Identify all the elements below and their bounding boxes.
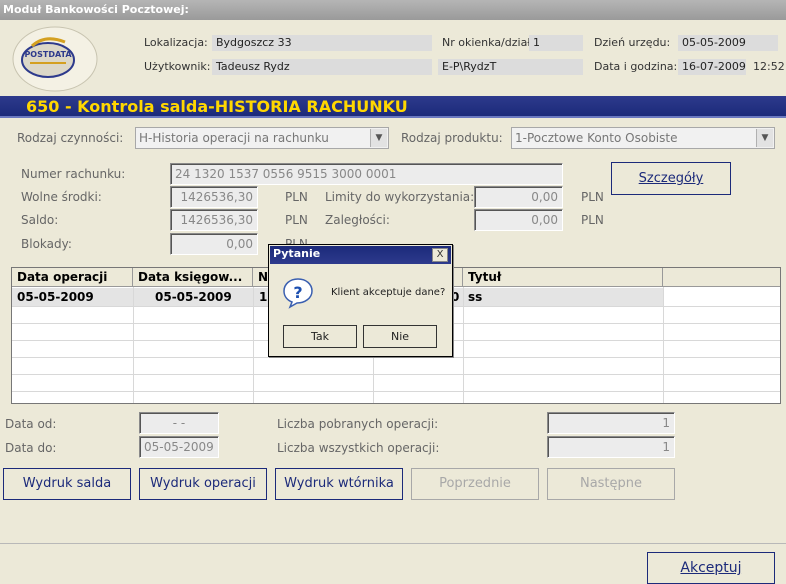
data-od-field[interactable]: - -: [139, 412, 219, 434]
zaleglosci-label: Zaległości:: [325, 213, 390, 227]
column-header-data-operacji[interactable]: Data operacji: [12, 268, 133, 287]
saldo-currency: PLN: [285, 213, 308, 227]
liczba-wszystkich-field: 1: [547, 436, 675, 458]
nastepne-button[interactable]: Następne: [547, 468, 675, 500]
lokalizacja-label: Lokalizacja:: [144, 36, 208, 49]
uzytkownik-value: Tadeusz Rydz: [212, 59, 432, 75]
saldo-label: Saldo:: [21, 213, 59, 227]
zaleglosci-field: 0,00: [474, 209, 563, 231]
grid-divider: [463, 287, 464, 403]
column-header-extra[interactable]: [663, 268, 780, 287]
wydruk-salda-button[interactable]: Wydruk salda: [3, 468, 131, 500]
grid-divider: [12, 374, 780, 375]
grid-divider: [133, 287, 134, 403]
saldo-field: 1426536,30: [170, 209, 258, 231]
window-title: Moduł Bankowości Pocztowej:: [3, 3, 189, 16]
numer-rachunku-field: 24 1320 1537 0556 9515 3000 0001: [170, 163, 563, 185]
cell-tytul: ss: [468, 290, 483, 304]
rodzaj-produktu-label: Rodzaj produktu:: [401, 131, 503, 145]
rodzaj-produktu-select[interactable]: 1-Pocztowe Konto Osobiste ▼: [511, 127, 775, 149]
confirm-dialog: Pytanie X ? Klient akceptuje dane? Tak N…: [268, 244, 453, 357]
login-value: E-P\RydzT: [438, 59, 583, 75]
cell-data-operacji: 05-05-2009: [17, 290, 94, 304]
close-icon[interactable]: X: [432, 248, 448, 262]
liczba-wszystkich-label: Liczba wszystkich operacji:: [277, 441, 440, 455]
wolne-srodki-currency: PLN: [285, 190, 308, 204]
chevron-down-icon[interactable]: ▼: [756, 129, 773, 147]
grid-divider: [12, 357, 780, 358]
bottom-divider: [0, 543, 786, 544]
wydruk-operacji-button[interactable]: Wydruk operacji: [139, 468, 267, 500]
grid-divider: [253, 287, 254, 403]
godzina-value: 12:52: [753, 60, 785, 73]
blokady-field: 0,00: [170, 233, 258, 255]
question-icon: ?: [282, 277, 314, 309]
liczba-pobranych-label: Liczba pobranych operacji:: [277, 417, 439, 431]
window-title-bar: Moduł Bankowości Pocztowej:: [0, 0, 786, 20]
rodzaj-produktu-value: 1-Pocztowe Konto Osobiste: [515, 131, 678, 145]
dialog-title: Pytanie: [273, 247, 321, 260]
rodzaj-czynnosci-select[interactable]: H-Historia operacji na rachunku ▼: [135, 127, 389, 149]
svg-text:POSTDATA: POSTDATA: [24, 50, 72, 59]
column-header-tytul[interactable]: Tytuł: [463, 268, 663, 287]
dzien-urzedu-value: 05-05-2009: [678, 35, 778, 51]
limity-currency: PLN: [581, 190, 604, 204]
nie-button[interactable]: Nie: [363, 325, 437, 348]
limity-label: Limity do wykorzystania:: [325, 190, 475, 204]
svg-text:?: ?: [293, 283, 302, 302]
page-heading-bar: 650 - Kontrola salda-HISTORIA RACHUNKU: [0, 96, 786, 118]
wydruk-wtornika-button[interactable]: Wydruk wtórnika: [275, 468, 403, 500]
dialog-title-bar: Pytanie X: [270, 246, 451, 264]
numer-rachunku-label: Numer rachunku:: [21, 167, 126, 181]
zaleglosci-currency: PLN: [581, 213, 604, 227]
postdata-logo: POSTDATA: [10, 24, 100, 94]
grid-divider: [12, 391, 780, 392]
cell-data-ksiegowania: 05-05-2009: [155, 290, 232, 304]
wolne-srodki-field: 1426536,30: [170, 186, 258, 208]
header-panel: [0, 20, 786, 96]
data-do-field[interactable]: 05-05-2009: [139, 436, 219, 458]
lokalizacja-value: Bydgoszcz 33: [212, 35, 432, 51]
grid-divider: [663, 287, 664, 403]
tak-button[interactable]: Tak: [283, 325, 357, 348]
rodzaj-czynnosci-label: Rodzaj czynności:: [17, 131, 124, 145]
data-value: 16-07-2009: [678, 59, 746, 75]
wolne-srodki-label: Wolne środki:: [21, 190, 102, 204]
blokady-label: Blokady:: [21, 237, 72, 251]
liczba-pobranych-field: 1: [547, 412, 675, 434]
chevron-down-icon[interactable]: ▼: [370, 129, 387, 147]
uzytkownik-label: Użytkownik:: [144, 60, 211, 73]
page-title: 650 - Kontrola salda-HISTORIA RACHUNKU: [26, 97, 408, 116]
data-do-label: Data do:: [5, 441, 57, 455]
data-godzina-label: Data i godzina:: [594, 60, 678, 73]
dzien-urzedu-label: Dzień urzędu:: [594, 36, 671, 49]
column-header-data-ksiegowania[interactable]: Data księgow...: [133, 268, 253, 287]
szczegoly-button[interactable]: Szczegóły: [611, 162, 731, 195]
akceptuj-button[interactable]: Akceptuj: [647, 552, 775, 584]
data-od-label: Data od:: [5, 417, 57, 431]
limity-field: 0,00: [474, 186, 563, 208]
okienko-label: Nr okienka/dział:: [442, 36, 535, 49]
dialog-message: Klient akceptuje dane?: [331, 287, 446, 298]
okienko-value: 1: [529, 35, 583, 51]
rodzaj-czynnosci-value: H-Historia operacji na rachunku: [139, 131, 329, 145]
poprzednie-button[interactable]: Poprzednie: [411, 468, 539, 500]
